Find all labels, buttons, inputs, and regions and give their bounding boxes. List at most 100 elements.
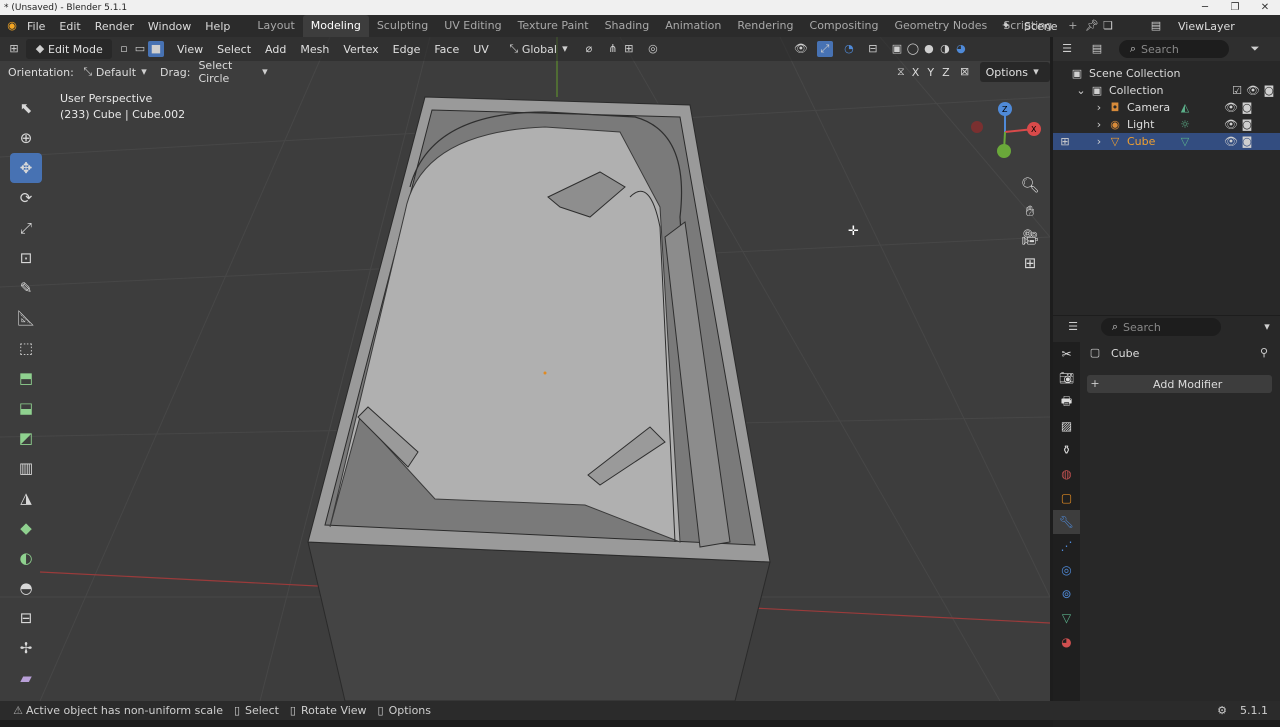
shrink-fatten-tool-icon[interactable]: ✢	[10, 633, 42, 663]
add-cube-tool-icon[interactable]: ⬚	[10, 333, 42, 363]
menu-window[interactable]: Window	[141, 20, 198, 33]
add-modifier-button[interactable]: + Add Modifier	[1087, 375, 1272, 393]
wireframe-shading-icon[interactable]: ◯	[905, 41, 921, 57]
solid-shading-icon[interactable]: ●	[921, 41, 937, 57]
tab-animation[interactable]: Animation	[657, 15, 729, 37]
render-tab-icon[interactable]: 📷︎	[1053, 366, 1080, 390]
select-box-tool-icon[interactable]: ⬉	[10, 93, 42, 123]
menu-edge[interactable]: Edge	[386, 43, 428, 56]
grid-view-icon[interactable]: ⊞	[1018, 250, 1042, 276]
transform-tool-icon[interactable]: ⊡	[10, 243, 42, 273]
outliner-row-camera[interactable]: › ◘ Camera ◭ 👁︎ ◙	[1053, 99, 1280, 116]
tab-sculpting[interactable]: Sculpting	[369, 15, 436, 37]
tab-shading[interactable]: Shading	[597, 15, 658, 37]
orientation-dropdown[interactable]: ⤡ Default ▾	[80, 64, 152, 80]
snap-target-icon[interactable]: ⊞	[621, 41, 637, 57]
camera-view-icon[interactable]: 🎥︎	[1018, 224, 1042, 250]
move-tool-icon[interactable]: ✥	[10, 153, 42, 183]
tab-rendering[interactable]: Rendering	[729, 15, 801, 37]
auto-merge-icon[interactable]: ⊠	[958, 64, 972, 80]
camera-render-icon[interactable]: ◙	[1239, 134, 1255, 150]
shear-tool-icon[interactable]: ▰	[10, 663, 42, 693]
mirror-icon[interactable]: ⧖	[894, 64, 908, 80]
tab-modeling[interactable]: Modeling	[302, 15, 369, 37]
eye-icon[interactable]: 👁︎	[1223, 100, 1239, 116]
edge-slide-tool-icon[interactable]: ⊟	[10, 603, 42, 633]
pin-icon[interactable]: 📌︎	[1084, 18, 1100, 34]
proportional-edit-icon[interactable]: ◎	[645, 41, 661, 57]
scene-tab-icon[interactable]: ⚱	[1053, 438, 1080, 462]
snap-icon[interactable]: ⋔	[605, 41, 621, 57]
chevron-right-icon[interactable]: ›	[1091, 100, 1107, 116]
loop-cut-tool-icon[interactable]: ▥	[10, 453, 42, 483]
bevel-tool-icon[interactable]: ◩	[10, 423, 42, 453]
menu-render[interactable]: Render	[88, 20, 141, 33]
material-tab-icon[interactable]: ◕	[1053, 630, 1080, 654]
view-layer-selector[interactable]: ▤ ViewLayer	[1148, 15, 1258, 37]
knife-tool-icon[interactable]: ◮	[10, 483, 42, 513]
menu-view[interactable]: View	[170, 43, 210, 56]
menu-edit[interactable]: Edit	[52, 20, 87, 33]
menu-uv[interactable]: UV	[466, 43, 496, 56]
camera-render-icon[interactable]: ◙	[1239, 100, 1255, 116]
editor-type-icon[interactable]: ☰	[1059, 41, 1075, 57]
chevron-down-icon[interactable]: ⌄	[1073, 83, 1089, 99]
properties-search-input[interactable]: ⌕ Search	[1101, 318, 1221, 336]
axis-z-toggle[interactable]: Z	[942, 66, 950, 79]
poly-build-tool-icon[interactable]: ◆	[10, 513, 42, 543]
menu-add[interactable]: Add	[258, 43, 293, 56]
drag-dropdown[interactable]: Select Circle ▾	[198, 59, 271, 85]
3d-viewport[interactable]: ⊞ ◆ Edit Mode ▫ ▭ ■ View Select Add Mesh…	[0, 37, 1050, 701]
editor-type-icon[interactable]: ☰	[1065, 319, 1081, 335]
material-shading-icon[interactable]: ◑	[937, 41, 953, 57]
smooth-tool-icon[interactable]: ◓	[10, 573, 42, 603]
tab-geometry-nodes[interactable]: Geometry Nodes	[886, 15, 995, 37]
menu-help[interactable]: Help	[198, 20, 237, 33]
minimize-icon[interactable]: ─	[1190, 2, 1220, 13]
eye-icon[interactable]: 👁︎	[1223, 117, 1239, 133]
options-dropdown[interactable]: Options ▾	[979, 62, 1050, 82]
output-tab-icon[interactable]: 🖶︎	[1053, 390, 1080, 414]
mesh-cube[interactable]	[307, 96, 771, 701]
face-select-icon[interactable]: ■	[148, 41, 164, 57]
mesh-overlay-icon[interactable]: ⊟	[865, 41, 881, 57]
new-scene-icon[interactable]: ❏	[1100, 18, 1116, 34]
outliner-row-scene-collection[interactable]: ▣ Scene Collection	[1053, 65, 1280, 82]
outliner-row-cube[interactable]: ⊞ › ▽ Cube ▽ 👁︎ ◙	[1053, 133, 1280, 150]
close-icon[interactable]: ✕	[1250, 2, 1280, 13]
modifier-tab-icon[interactable]: 🔧︎	[1053, 510, 1080, 534]
display-mode-icon[interactable]: ▤	[1089, 41, 1105, 57]
axis-y-toggle[interactable]: Y	[927, 66, 934, 79]
spin-tool-icon[interactable]: ◐	[10, 543, 42, 573]
tab-layout[interactable]: Layout	[249, 15, 302, 37]
chevron-down-icon[interactable]: ▾	[1259, 319, 1275, 335]
checkbox-icon[interactable]: ☑	[1229, 83, 1245, 99]
menu-file[interactable]: File	[20, 20, 52, 33]
object-tab-icon[interactable]: ▢	[1053, 486, 1080, 510]
rotate-tool-icon[interactable]: ⟳	[10, 183, 42, 213]
editor-type-icon[interactable]: ⊞	[6, 41, 22, 57]
eye-icon[interactable]: 👁︎	[1245, 83, 1261, 99]
filter-icon[interactable]: ⏷	[1247, 41, 1263, 57]
eye-icon[interactable]: 👁︎	[1223, 134, 1239, 150]
pan-hand-icon[interactable]: ✋︎	[1018, 198, 1042, 224]
measure-tool-icon[interactable]: 📐︎	[10, 303, 42, 333]
tool-tab-icon[interactable]: ✂	[1053, 342, 1080, 366]
transform-orientation-dropdown[interactable]: ⤡ Global ▾	[506, 41, 573, 57]
inset-faces-tool-icon[interactable]: ⬓	[10, 393, 42, 423]
overlays-icon[interactable]: ◔	[841, 41, 857, 57]
mode-selector[interactable]: ◆ Edit Mode	[26, 39, 112, 59]
maximize-icon[interactable]: ❐	[1220, 2, 1250, 13]
edge-select-icon[interactable]: ▭	[132, 41, 148, 57]
vertex-select-icon[interactable]: ▫	[116, 41, 132, 57]
particles-tab-icon[interactable]: ⋰	[1053, 534, 1080, 558]
outliner-row-light[interactable]: › ◉ Light ☼ 👁︎ ◙	[1053, 116, 1280, 133]
scene-selector[interactable]: ✦ Scene 📌︎ ❏	[998, 15, 1116, 37]
axis-x-toggle[interactable]: X	[912, 66, 920, 79]
camera-render-icon[interactable]: ◙	[1261, 83, 1277, 99]
chevron-right-icon[interactable]: ›	[1091, 117, 1107, 133]
navigation-gizmo[interactable]: Z X	[960, 97, 1050, 177]
scale-tool-icon[interactable]: ⤢	[10, 213, 42, 243]
pivot-icon[interactable]: ⌀	[581, 41, 597, 57]
tab-texture-paint[interactable]: Texture Paint	[510, 15, 597, 37]
